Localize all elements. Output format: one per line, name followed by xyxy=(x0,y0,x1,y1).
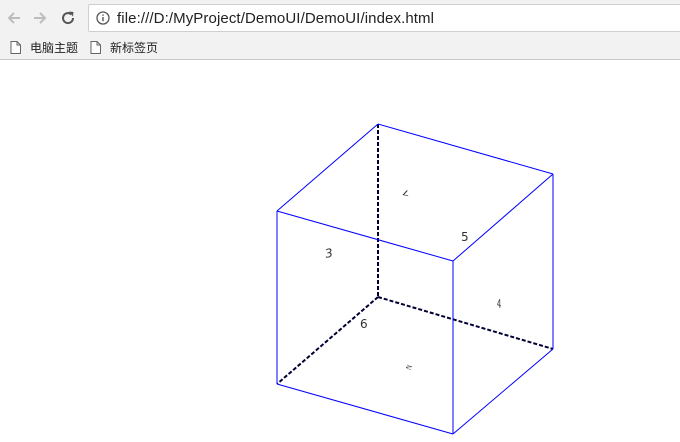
face-label: 5 xyxy=(461,230,469,244)
arrow-right-icon xyxy=(34,12,47,24)
cube-edge xyxy=(276,383,454,435)
face-label: 7 xyxy=(401,188,410,197)
browser-window: file:///D:/MyProject/DemoUI/DemoUI/index… xyxy=(0,0,680,442)
bookmark-label: 新标签页 xyxy=(110,41,159,55)
cube-graphic: 3 5 6 7 4 2 xyxy=(276,123,554,435)
bookmarks-bar: 电脑主题 新标签页 xyxy=(0,36,680,60)
page-icon xyxy=(90,41,102,55)
cube-edge xyxy=(276,210,454,262)
bookmark-label: 电脑主题 xyxy=(30,41,79,55)
cube-edges xyxy=(276,123,554,435)
browser-toolbar: file:///D:/MyProject/DemoUI/DemoUI/index… xyxy=(0,0,680,36)
address-bar[interactable]: file:///D:/MyProject/DemoUI/DemoUI/index… xyxy=(88,4,680,32)
cube-edge xyxy=(452,173,554,262)
bookmark-item-new-tab[interactable]: 新标签页 xyxy=(86,38,162,58)
reload-icon xyxy=(62,11,75,25)
cube-edge xyxy=(452,348,554,435)
hidden-edge xyxy=(276,296,379,385)
forward-button[interactable] xyxy=(30,8,50,28)
back-button[interactable] xyxy=(4,8,24,28)
cube-hidden-edges xyxy=(276,124,554,385)
info-icon[interactable] xyxy=(95,10,111,26)
face-label: 6 xyxy=(360,317,368,331)
hidden-edge xyxy=(377,296,554,350)
arrow-left-icon xyxy=(7,12,20,24)
reload-button[interactable] xyxy=(58,8,78,28)
face-label: 4 xyxy=(497,297,501,312)
bookmark-item-theme[interactable]: 电脑主题 xyxy=(6,38,82,58)
page-icon xyxy=(10,41,22,55)
face-label: 3 xyxy=(325,246,333,261)
url-text[interactable]: file:///D:/MyProject/DemoUI/DemoUI/index… xyxy=(117,10,434,27)
page-viewport: 3 5 6 7 4 2 xyxy=(0,60,680,442)
cube-edge xyxy=(377,123,554,175)
face-label: 2 xyxy=(405,363,414,371)
cube-edge xyxy=(276,123,379,212)
